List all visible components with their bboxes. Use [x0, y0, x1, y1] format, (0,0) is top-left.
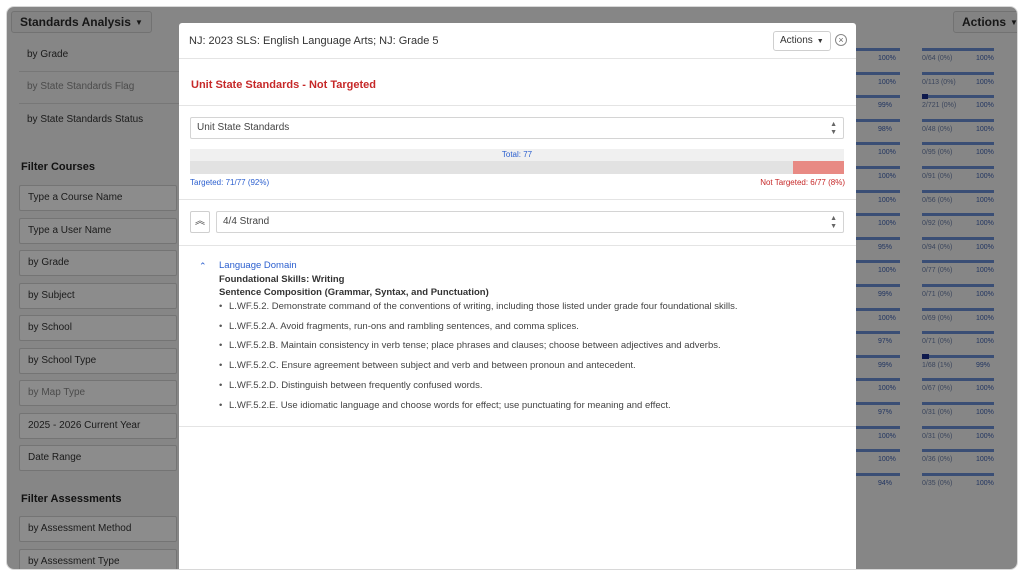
standard-text: L.WF.5.2.C. Ensure agreement between sub…	[229, 360, 636, 371]
subcategory-heading: Sentence Composition (Grammar, Syntax, a…	[219, 287, 489, 298]
select-arrows-icon: ▲ ▼	[830, 121, 837, 136]
modal-title: NJ: 2023 SLS: English Language Arts; NJ:…	[189, 35, 439, 47]
not-targeted-fill	[793, 161, 844, 174]
bullet-icon: •	[219, 340, 223, 351]
app-window: Standards Analysis ▼ Actions ▼ by Grade by…	[6, 6, 1018, 570]
standard-item: • L.WF.5.2.A. Avoid fragments, run-ons an…	[219, 321, 579, 332]
domain-link[interactable]: Language Domain	[219, 260, 297, 271]
unit-standards-select[interactable]: Unit State Standards ▲ ▼	[190, 117, 844, 139]
standard-text: L.WF.5.2.A. Avoid fragments, run-ons and…	[229, 321, 579, 332]
standards-modal: NJ: 2023 SLS: English Language Arts; NJ:…	[179, 23, 856, 569]
standard-text: L.WF.5.2. Demonstrate command of the con…	[229, 301, 738, 312]
standard-text: L.WF.5.2.B. Maintain consistency in verb…	[229, 340, 721, 351]
total-label: Total: 77	[501, 150, 533, 159]
bullet-icon: •	[219, 400, 223, 411]
modal-header: NJ: 2023 SLS: English Language Arts; NJ:…	[179, 23, 856, 59]
divider	[179, 426, 856, 427]
divider	[179, 245, 856, 246]
modal-subtitle: Unit State Standards - Not Targeted	[191, 79, 376, 91]
standard-item: • L.WF.5.2.D. Distinguish between frequen…	[219, 380, 482, 391]
standard-text: L.WF.5.2.E. Use idiomatic language and c…	[229, 400, 671, 411]
standard-item: • L.WF.5.2. Demonstrate command of the co…	[219, 301, 738, 312]
double-chevron-up-icon: ︽	[195, 216, 205, 227]
divider	[179, 199, 856, 200]
caret-down-icon: ▼	[816, 38, 824, 45]
strand-select[interactable]: 4/4 Strand ▲ ▼	[216, 211, 844, 233]
collapse-all-button[interactable]: ︽	[190, 211, 210, 233]
bullet-icon: •	[219, 380, 223, 391]
unit-select-value: Unit State Standards	[197, 122, 290, 133]
standard-item: • L.WF.5.2.B. Maintain consistency in ver…	[219, 340, 721, 351]
chevron-up-icon[interactable]: ⌃	[199, 261, 207, 272]
close-icon[interactable]: ×	[835, 34, 847, 46]
standard-item: • L.WF.5.2.C. Ensure agreement between su…	[219, 360, 636, 371]
standard-text: L.WF.5.2.D. Distinguish between frequent…	[229, 380, 483, 391]
select-arrows-icon: ▲ ▼	[830, 215, 837, 230]
strand-select-value: 4/4 Strand	[223, 216, 270, 227]
bullet-icon: •	[219, 321, 223, 332]
modal-actions-label: Actions	[780, 35, 813, 46]
modal-actions-button[interactable]: Actions ▼	[773, 31, 831, 51]
targeted-progress-bar	[190, 161, 844, 174]
category-heading: Foundational Skills: Writing	[219, 274, 345, 285]
bullet-icon: •	[219, 301, 223, 312]
not-targeted-label: Not Targeted: 6/77 (8%)	[760, 178, 845, 187]
standard-item: • L.WF.5.2.E. Use idiomatic language and …	[219, 400, 671, 411]
targeted-label: Targeted: 71/77 (92%)	[190, 178, 270, 187]
divider	[179, 105, 856, 106]
bullet-icon: •	[219, 360, 223, 371]
